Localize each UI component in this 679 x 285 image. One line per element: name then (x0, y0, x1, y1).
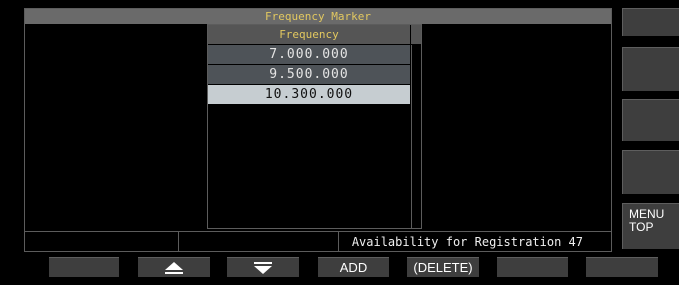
list-item-frequency[interactable]: 7.000.000 (208, 45, 410, 64)
list-scrollbar[interactable] (411, 45, 421, 228)
frequency-list: Frequency 7.000.000 9.500.000 10.300.000 (207, 24, 422, 229)
header-corner (411, 25, 421, 44)
frequency-marker-panel: Frequency Marker Frequency 7.000.000 9.5… (24, 8, 612, 252)
add-button[interactable]: ADD (318, 257, 389, 277)
function-key-7[interactable] (586, 257, 658, 277)
status-bar: Availability for Registration 47 (25, 231, 611, 252)
function-key-1[interactable] (49, 257, 119, 277)
scroll-down-button[interactable] (227, 257, 299, 277)
side-key-2[interactable] (622, 47, 679, 91)
status-cell-1 (25, 232, 179, 252)
menu-top-button[interactable]: MENU TOP (622, 203, 679, 249)
list-item-frequency-selected[interactable]: 10.300.000 (208, 85, 410, 104)
list-item-frequency[interactable]: 9.500.000 (208, 65, 410, 84)
frequency-column-header: Frequency (208, 25, 410, 44)
function-key-6[interactable] (497, 257, 568, 277)
side-key-1[interactable] (622, 8, 679, 36)
triangle-up-icon (165, 262, 183, 274)
triangle-down-icon (254, 262, 272, 274)
availability-status: Availability for Registration 47 (351, 235, 583, 249)
side-key-3[interactable] (622, 99, 679, 141)
menu-top-label: MENU TOP (629, 207, 665, 234)
panel-title: Frequency Marker (25, 9, 611, 24)
status-cell-2 (179, 232, 339, 252)
side-key-4[interactable] (622, 150, 679, 194)
scroll-up-button[interactable] (138, 257, 210, 277)
delete-button[interactable]: (DELETE) (407, 257, 479, 277)
